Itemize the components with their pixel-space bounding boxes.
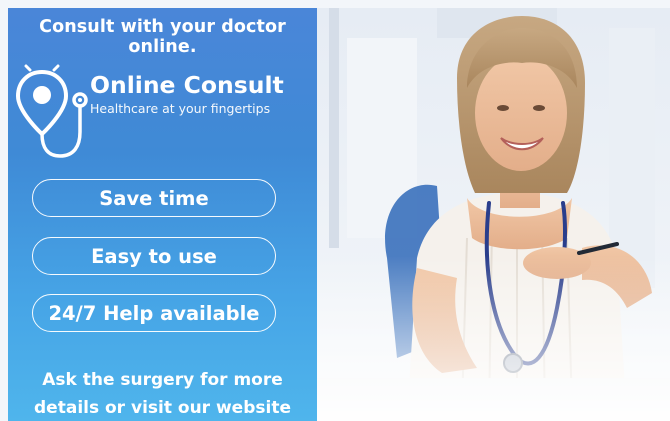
feature-easy-to-use: Easy to use [32,237,276,275]
feature-save-time: Save time [32,179,276,217]
headline: Consult with your doctor online. [39,17,286,57]
blue-info-panel: Consult with your doctor online. Online … [8,8,317,421]
brand-name: Online Consult [90,71,284,99]
doctor-photo [317,8,670,421]
advert-banner: Consult with your doctor online. Online … [0,0,670,421]
brand-tagline: Healthcare at your fingertips [90,101,271,116]
stethoscope-location-pin-icon [12,64,92,164]
footer-line-2: details or visit our website [34,398,291,418]
feature-help-available: 24/7 Help available [32,294,276,332]
footer-line-1: Ask the surgery for more [42,370,283,390]
footer-text: Ask the surgery for more details or visi… [8,366,317,421]
brand-block: Online Consult Healthcare at your finger… [90,71,284,117]
